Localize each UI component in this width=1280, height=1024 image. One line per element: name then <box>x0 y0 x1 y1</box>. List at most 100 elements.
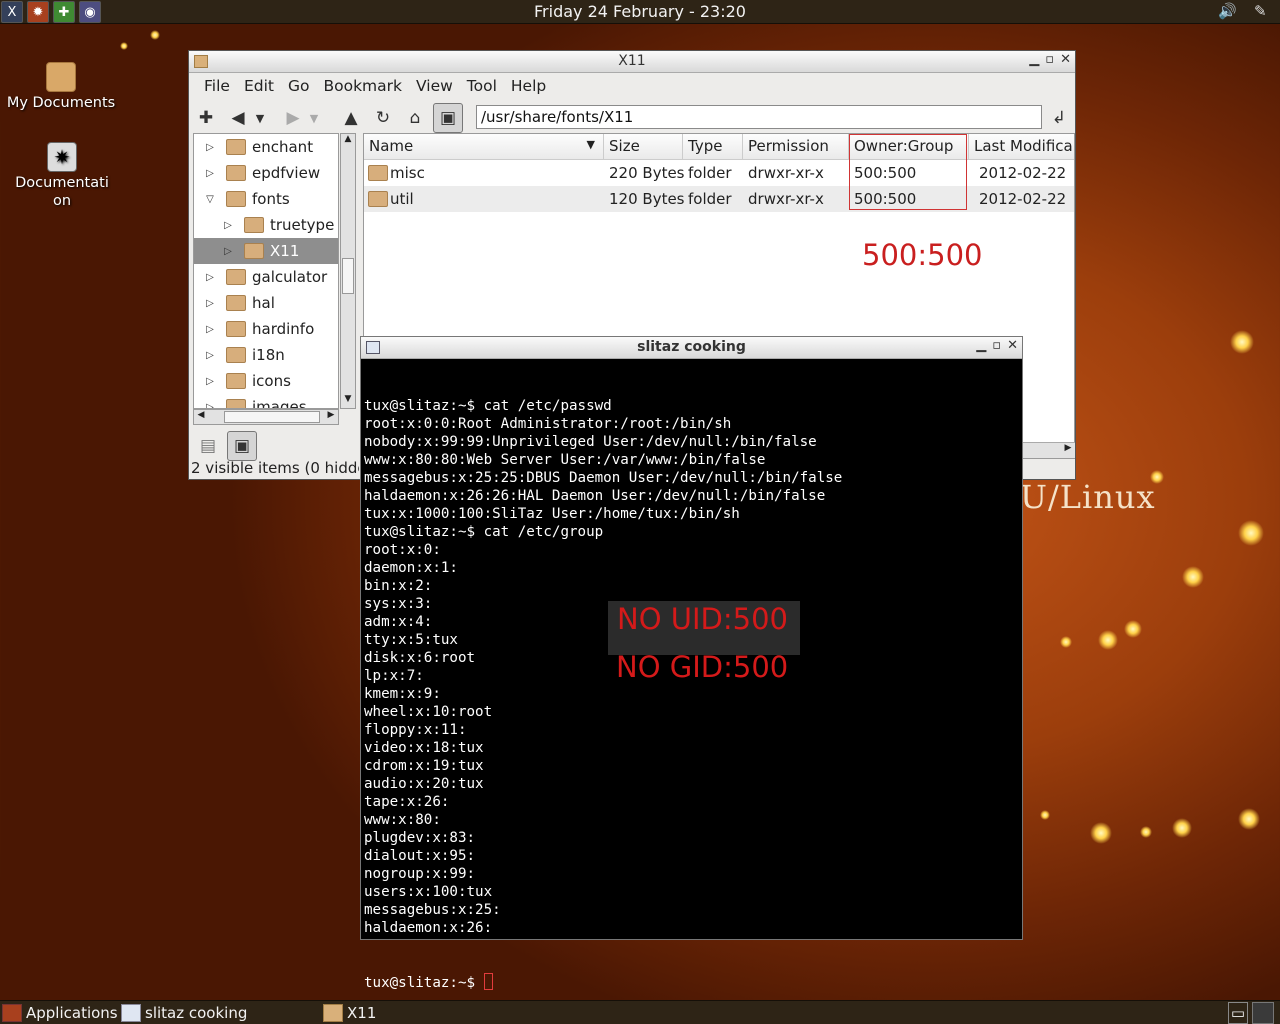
column-header-name[interactable]: Name ▼ <box>364 134 604 160</box>
column-header-permission[interactable]: Permission <box>743 134 849 160</box>
back-history-button[interactable]: ▼ <box>253 106 267 130</box>
forward-history-button[interactable]: ▼ <box>307 106 321 130</box>
tree-item[interactable]: ▷ galculator <box>194 264 338 290</box>
collapsed-arrow-icon[interactable]: ▷ <box>204 298 216 309</box>
tree-item-label: X11 <box>270 242 300 260</box>
terminal-line: tux@slitaz:~$ cat /etc/passwd <box>364 398 612 414</box>
new-tab-button[interactable]: ✚ <box>194 106 218 130</box>
reload-button[interactable]: ↻ <box>371 106 395 130</box>
menu-view[interactable]: View <box>409 77 460 95</box>
taskbar-item-file-manager[interactable]: X11 <box>323 1002 376 1024</box>
status-bar: 2 visible items (0 hidde <box>191 459 359 477</box>
menu-tool[interactable]: Tool <box>460 77 504 95</box>
back-arrow-icon: ◀ <box>231 108 245 128</box>
show-desktop-button[interactable]: ▭ <box>1228 1002 1248 1024</box>
tree-item-label: icons <box>252 372 291 390</box>
maximize-button[interactable]: ▫ <box>992 338 1001 353</box>
folder-icon <box>244 243 264 259</box>
close-button[interactable]: ✕ <box>1060 52 1071 67</box>
terminal-line: www:x:80: <box>364 812 441 828</box>
tree-vertical-scrollbar[interactable]: ▲ ▼ <box>340 133 356 409</box>
drive-button[interactable]: ▤ <box>195 433 221 459</box>
table-row[interactable]: util 120 Bytes folder drwxr-xr-x 500:500… <box>364 186 1074 212</box>
column-header-last-modified[interactable]: Last Modifica <box>969 134 1074 160</box>
tree-item[interactable]: ▽ fonts <box>194 186 338 212</box>
menu-help[interactable]: Help <box>504 77 553 95</box>
scroll-right-arrow-icon[interactable]: ▶ <box>324 410 338 424</box>
minimize-button[interactable]: ▁ <box>1029 52 1039 67</box>
terminal-line: messagebus:x:25: <box>364 902 501 918</box>
table-row[interactable]: misc 220 Bytes folder drwxr-xr-x 500:500… <box>364 160 1074 186</box>
terminal-line: haldaemon:x:26:26:HAL Daemon User:/dev/n… <box>364 488 826 504</box>
desktop-icon-label: Documentation <box>15 175 109 209</box>
terminal-prompt-line[interactable]: tux@slitaz:~$ <box>364 973 1019 991</box>
scroll-down-arrow-icon[interactable]: ▼ <box>341 394 355 408</box>
tree-item[interactable]: ▷ hal <box>194 290 338 316</box>
volume-icon[interactable]: 🔊 <box>1218 2 1237 20</box>
tree-item[interactable]: ▷ icons <box>194 368 338 394</box>
collapsed-arrow-icon[interactable]: ▷ <box>204 376 216 387</box>
menu-bookmark[interactable]: Bookmark <box>316 77 409 95</box>
scroll-right-arrow-icon[interactable]: ▶ <box>1061 443 1075 457</box>
column-header-size[interactable]: Size <box>604 134 683 160</box>
collapsed-arrow-icon[interactable]: ▷ <box>204 272 216 283</box>
tree-item[interactable]: ▷ truetype <box>194 212 338 238</box>
up-button[interactable]: ▲ <box>339 106 363 130</box>
scroll-left-arrow-icon[interactable]: ◀ <box>194 410 208 424</box>
path-input[interactable]: /usr/share/fonts/X11 <box>476 105 1042 129</box>
file-manager-titlebar[interactable]: X11 ▁ ▫ ✕ <box>189 51 1075 73</box>
tree-view-button[interactable]: ▣ <box>227 431 257 461</box>
maximize-button[interactable]: ▫ <box>1045 52 1054 67</box>
pane-icon: ▣ <box>233 436 251 456</box>
taskbar-item-terminal[interactable]: slitaz cooking <box>121 1002 247 1024</box>
folder-icon <box>368 191 388 207</box>
collapsed-arrow-icon[interactable]: ▷ <box>204 142 216 153</box>
tree-item[interactable]: ▷ X11 <box>194 238 338 264</box>
terminal-line: tux:x:1000:100:SliTaz User:/home/tux:/bi… <box>364 506 740 522</box>
home-button[interactable]: ⌂ <box>403 106 427 130</box>
collapsed-arrow-icon[interactable]: ▷ <box>222 246 234 257</box>
tree-horizontal-scrollbar[interactable]: ◀ ▶ <box>193 409 339 425</box>
menu-file[interactable]: File <box>197 77 237 95</box>
pen-icon[interactable]: ✎ <box>1254 2 1267 20</box>
desktop-icon-my-documents[interactable]: My Documents <box>6 62 116 112</box>
close-button[interactable]: ✕ <box>1007 338 1018 353</box>
terminal-window[interactable]: slitaz cooking ▁ ▫ ✕ tux@slitaz:~$ cat /… <box>360 336 1023 991</box>
tree-item[interactable]: ▷ epdfview <box>194 160 338 186</box>
drive-icon: ▤ <box>199 436 217 456</box>
scroll-up-arrow-icon[interactable]: ▲ <box>341 134 355 148</box>
pager-button[interactable] <box>1252 1002 1274 1024</box>
collapsed-arrow-icon[interactable]: ▷ <box>204 402 216 409</box>
minimize-button[interactable]: ▁ <box>976 338 986 353</box>
expanded-arrow-icon[interactable]: ▽ <box>204 194 216 205</box>
menu-edit[interactable]: Edit <box>237 77 281 95</box>
collapsed-arrow-icon[interactable]: ▷ <box>204 324 216 335</box>
applications-menu-button[interactable]: Applications <box>2 1002 118 1024</box>
tree-item[interactable]: ▷ hardinfo <box>194 316 338 342</box>
terminal-titlebar[interactable]: slitaz cooking ▁ ▫ ✕ <box>361 337 1022 359</box>
go-button[interactable]: ↲ <box>1047 106 1071 130</box>
collapsed-arrow-icon[interactable]: ▷ <box>222 220 234 231</box>
menu-go[interactable]: Go <box>281 77 317 95</box>
forward-button[interactable]: ▶ <box>281 106 305 130</box>
tree-hscroll-thumb[interactable] <box>224 411 320 423</box>
terminal-line: daemon:x:1: <box>364 560 458 576</box>
folder-icon <box>244 217 264 233</box>
pane-toggle-button[interactable]: ▣ <box>433 103 463 133</box>
desktop-icon-documentation[interactable]: ✷ Documentation <box>6 142 118 210</box>
column-header-type[interactable]: Type <box>683 134 743 160</box>
tree-item[interactable]: ▷ i18n <box>194 342 338 368</box>
up-arrow-icon: ▲ <box>344 108 358 128</box>
back-button[interactable]: ◀ <box>226 106 250 130</box>
terminal-output[interactable]: tux@slitaz:~$ cat /etc/passwd root:x:0:0:… <box>364 361 1019 991</box>
collapsed-arrow-icon[interactable]: ▷ <box>204 350 216 361</box>
tree-item[interactable]: ▷ enchant <box>194 134 338 160</box>
window-title: X11 <box>618 53 646 69</box>
folder-icon <box>226 191 246 207</box>
spider-doc-icon: ✷ <box>47 142 77 172</box>
folder-tree[interactable]: ▷ enchant ▷ epdfview ▽ fonts ▷ truetype ▷ X11 ▷ gal… <box>193 133 339 409</box>
tree-scroll-thumb[interactable] <box>342 258 354 294</box>
collapsed-arrow-icon[interactable]: ▷ <box>204 168 216 179</box>
tree-item[interactable]: ▷ images <box>194 394 338 409</box>
clock[interactable]: Friday 24 February - 23:20 <box>0 2 1280 21</box>
